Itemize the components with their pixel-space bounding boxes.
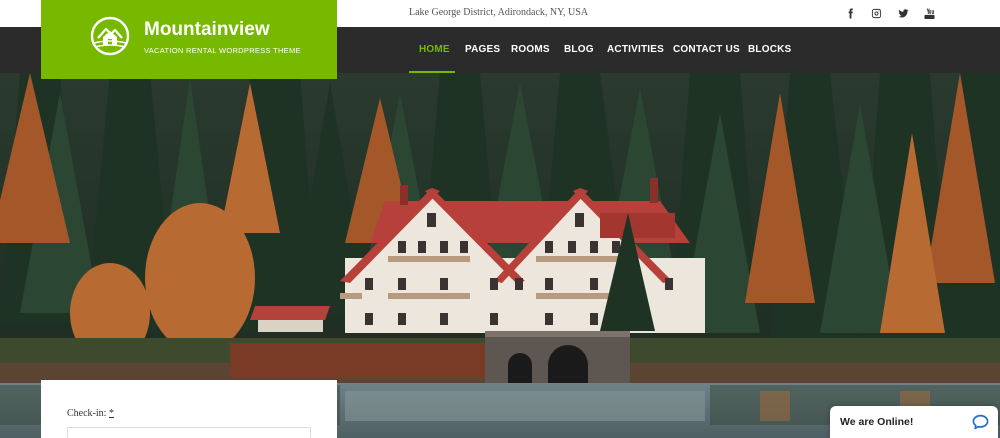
site-logo[interactable]: Mountainview VACATION RENTAL WORDPRESS T… (41, 0, 337, 79)
site-title: Mountainview (144, 19, 270, 40)
nav-item-blocks[interactable]: BLOCKS (748, 44, 791, 55)
checkin-label: Check-in: * (67, 408, 114, 419)
live-chat-widget[interactable]: We are Online! (830, 406, 998, 438)
nav-item-activities[interactable]: ACTIVITIES (607, 44, 664, 55)
nav-item-blog[interactable]: BLOG (564, 44, 594, 55)
chat-bubble-icon (972, 414, 989, 430)
required-mark: * (108, 408, 114, 419)
booking-form: Check-in: * (41, 380, 337, 438)
nav-item-pages[interactable]: PAGES (465, 44, 500, 55)
address-text: Lake George District, Adirondack, NY, US… (409, 7, 589, 18)
instagram-icon[interactable] (869, 6, 883, 20)
nav-item-home[interactable]: HOME (419, 44, 450, 55)
site-tagline: VACATION RENTAL WORDPRESS THEME (144, 46, 301, 55)
twitter-icon[interactable] (896, 6, 910, 20)
mountain-house-logo-icon (90, 16, 130, 56)
checkin-date-input[interactable] (67, 427, 311, 438)
facebook-icon[interactable] (843, 6, 857, 20)
nav-item-rooms[interactable]: ROOMS (511, 44, 550, 55)
nav-item-contact-us[interactable]: CONTACT US (673, 44, 740, 55)
chat-status-text: We are Online! (840, 416, 914, 428)
youtube-icon[interactable] (922, 6, 936, 20)
